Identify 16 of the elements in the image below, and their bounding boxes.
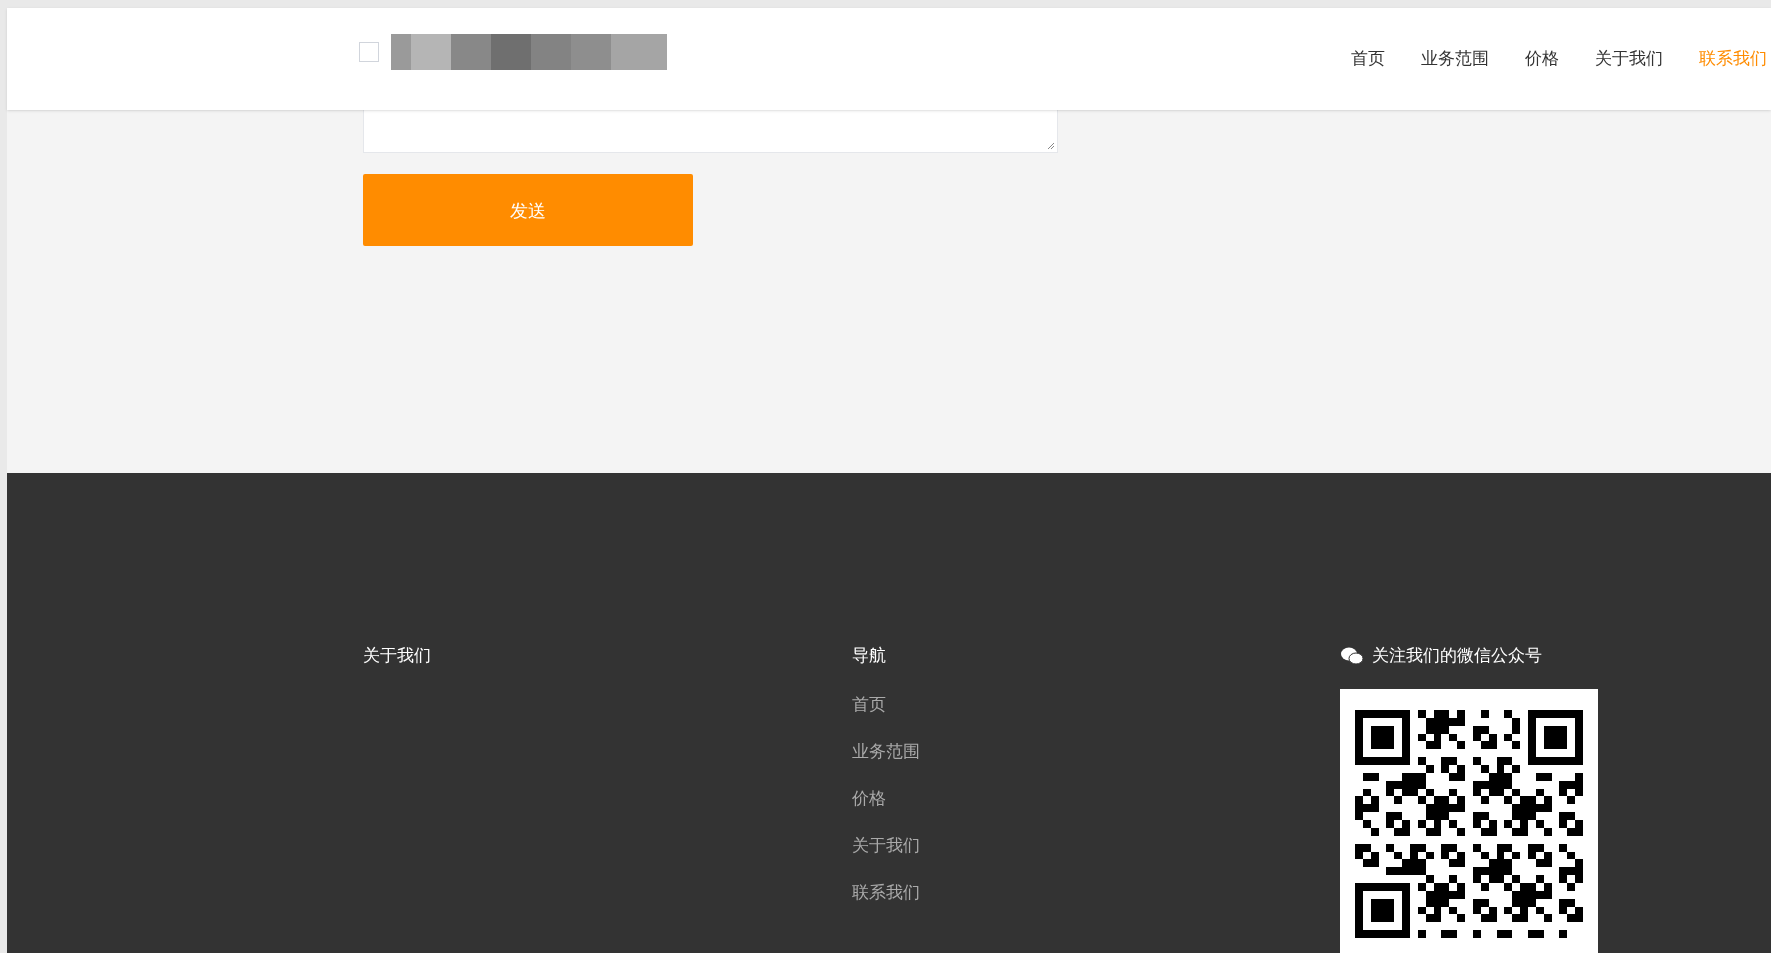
footer-link[interactable]: 首页	[852, 690, 1340, 718]
nav-link[interactable]: 首页	[1351, 46, 1385, 72]
footer-link[interactable]: 关于我们	[852, 831, 1340, 859]
logo-icon	[359, 42, 379, 62]
footer-link[interactable]: 价格	[852, 784, 1340, 812]
footer-link[interactable]: 联系我们	[852, 878, 1340, 906]
resize-grip-icon	[1047, 142, 1055, 150]
nav-link[interactable]: 关于我们	[1595, 46, 1663, 72]
message-textarea[interactable]	[363, 110, 1058, 153]
nav-link[interactable]: 业务范围	[1421, 46, 1489, 72]
nav-link[interactable]: 价格	[1525, 46, 1559, 72]
wechat-icon	[1340, 646, 1364, 665]
footer-heading: 关于我们	[363, 645, 431, 665]
footer-heading: 导航	[852, 644, 887, 667]
footer-link[interactable]: 业务范围	[852, 737, 1340, 765]
footer-heading: 关注我们的微信公众号	[1372, 644, 1542, 667]
